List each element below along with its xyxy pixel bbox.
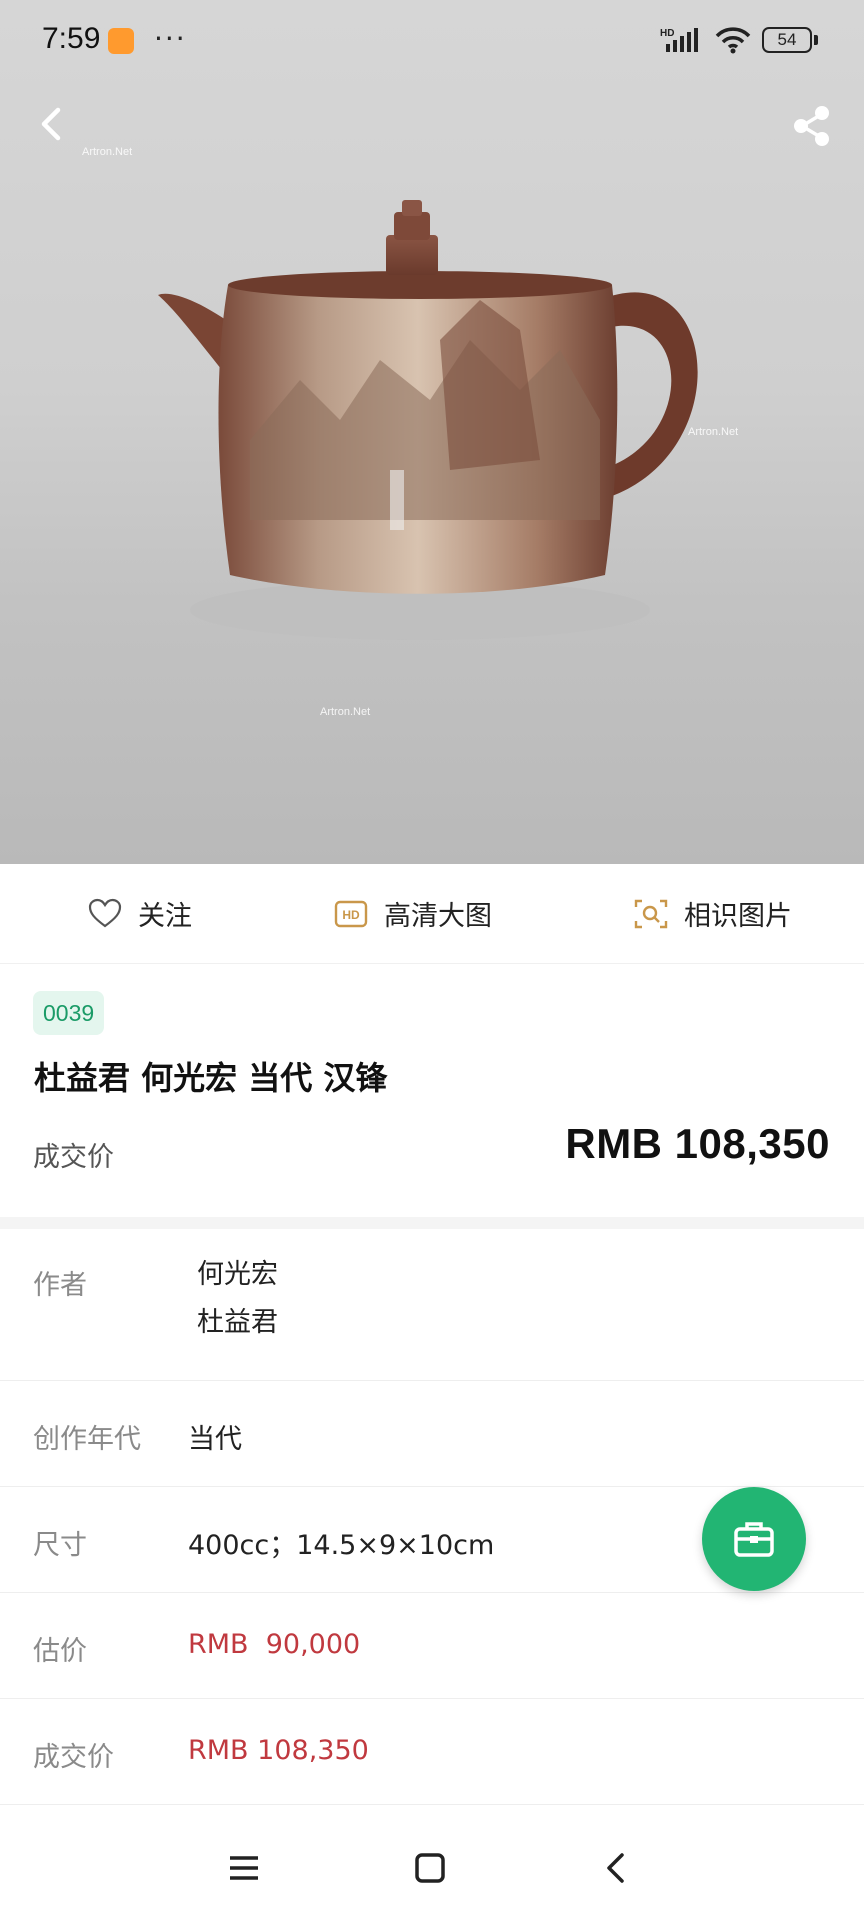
detail-row-deal: 成交价 RMB 108,350 — [0, 1699, 864, 1805]
author-name[interactable]: 杜益君 — [197, 1299, 278, 1347]
similar-images-button[interactable]: 相识图片 — [634, 894, 792, 933]
detail-row-year: 创作年代 当代 — [0, 1381, 864, 1487]
heart-icon — [88, 898, 122, 927]
action-bar: 关注 HD 高清大图 相识图片 — [0, 864, 864, 964]
network-label: HD — [660, 28, 674, 39]
status-bar: 7:59 ··· HD 54 — [0, 0, 864, 86]
status-time: 7:59 — [42, 22, 101, 55]
product-image[interactable]: 7:59 ··· HD 54 Artron.Net Artron.Net Art… — [0, 0, 864, 864]
wifi-icon — [715, 27, 751, 54]
hd-label: 高清大图 — [384, 901, 492, 932]
detail-row-estimate: 估价 RMB 90,000 — [0, 1593, 864, 1699]
lot-number-badge: 0039 — [33, 991, 105, 1035]
price-value: RMB 108,350 — [565, 1120, 830, 1167]
share-icon[interactable] — [788, 102, 836, 150]
hd-icon: HD — [334, 900, 368, 927]
follow-label: 关注 — [138, 901, 192, 932]
briefcase-fab-button[interactable] — [702, 1487, 806, 1591]
lot-title: 杜益君 何光宏 当代 汉锋 — [34, 1059, 388, 1097]
system-nav-bar — [0, 1820, 864, 1920]
author-values: 何光宏 杜益君 — [197, 1251, 278, 1347]
year-label: 创作年代 — [33, 1424, 141, 1455]
deal-label: 成交价 — [33, 1742, 114, 1773]
more-notifications-icon: ··· — [154, 22, 187, 55]
author-label: 作者 — [33, 1270, 87, 1301]
size-value: 400cc；14.5×9×10cm — [188, 1530, 495, 1561]
detail-row-author: 作者 何光宏 杜益君 — [0, 1229, 864, 1381]
signal-icon: HD — [660, 28, 698, 52]
hd-image-button[interactable]: HD 高清大图 — [334, 894, 492, 933]
image-search-icon — [634, 899, 668, 928]
briefcase-icon — [734, 1522, 774, 1557]
deal-value: RMB 108,350 — [188, 1735, 369, 1766]
chevron-left-icon[interactable] — [30, 102, 74, 146]
year-value: 当代 — [188, 1424, 242, 1455]
similar-label: 相识图片 — [684, 901, 792, 932]
svg-text:HD: HD — [342, 908, 360, 922]
estimate-value: RMB 90,000 — [188, 1629, 361, 1660]
battery-icon: 54 — [762, 27, 818, 53]
back-icon[interactable] — [598, 1850, 634, 1886]
app-notification-icon — [108, 28, 134, 54]
follow-button[interactable]: 关注 — [88, 894, 192, 933]
watermark: Artron.Net — [320, 706, 371, 718]
lot-summary: 0039 杜益君 何光宏 当代 汉锋 成交价 RMB 108,350 — [0, 965, 864, 1217]
size-label: 尺寸 — [33, 1530, 87, 1561]
menu-icon[interactable] — [226, 1850, 262, 1886]
estimate-label: 估价 — [33, 1636, 87, 1667]
price-label: 成交价 — [33, 1142, 114, 1173]
watermark: Artron.Net — [688, 426, 739, 438]
author-name[interactable]: 何光宏 — [197, 1251, 278, 1299]
watermark: Artron.Net — [82, 146, 133, 158]
home-icon[interactable] — [412, 1850, 448, 1886]
section-divider — [0, 1217, 864, 1229]
